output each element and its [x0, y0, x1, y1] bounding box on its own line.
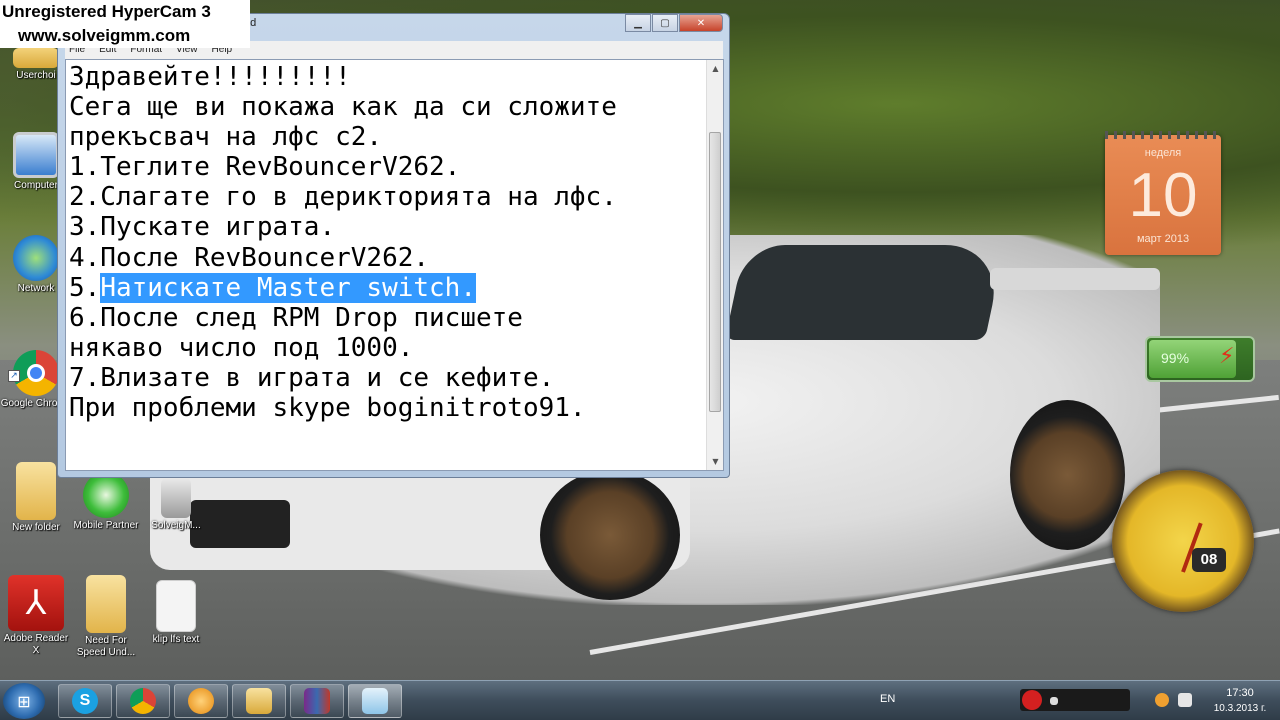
desktop-icon-label: SolveigM... [151, 520, 201, 531]
text-line: Здравейте!!!!!!!!! [69, 62, 351, 92]
vertical-scrollbar[interactable]: ▲ ▼ [706, 60, 723, 470]
calendar-rings [1105, 131, 1221, 139]
desktop-icon-label: Mobile Partner [73, 520, 139, 531]
text-file-icon [156, 580, 196, 632]
desktop-icon-mobile-partner[interactable]: Mobile Partner [70, 472, 142, 532]
battery-gadget[interactable]: 99% ⚡ [1145, 336, 1255, 382]
mobile-partner-icon [83, 472, 129, 518]
skype-icon: S [72, 688, 98, 714]
scroll-up-icon[interactable]: ▲ [707, 60, 724, 77]
shortcut-arrow-icon: ↗ [8, 370, 20, 382]
car-wheel-front [540, 470, 680, 600]
watermark-url: www.solveigmm.com [18, 26, 191, 45]
clock-badge: 08 [1192, 548, 1226, 572]
text-line: прекъсвач на лфс с2. [69, 122, 383, 153]
close-button[interactable]: ✕ [679, 14, 723, 32]
taskbar-skype[interactable]: S [58, 684, 112, 718]
notepad-window[interactable]: ad ▁ ▢ ✕ File Edit Format View Help Здра… [57, 13, 730, 478]
text-line: 1.Теглите RevBouncerV262. [69, 152, 461, 183]
taskbar-time[interactable]: 17:30 [1210, 687, 1270, 699]
text-line: някаво число под 1000. [69, 332, 414, 363]
text-line: 4.После RevBouncerV262. [69, 242, 430, 273]
desktop-icon-label: Need For Speed Und... [76, 635, 136, 658]
chrome-icon [130, 688, 156, 714]
desktop-icon-label: klip lfs text [152, 634, 200, 645]
desktop-icon-solveigmm[interactable]: SolveigM... [140, 478, 212, 532]
scrollbar-thumb[interactable] [709, 132, 721, 412]
windows-logo-icon: ⊞ [17, 691, 31, 711]
folder-icon [16, 462, 56, 520]
clock-gadget[interactable] [1112, 470, 1254, 612]
taskbar-chrome[interactable] [116, 684, 170, 718]
selected-text[interactable]: Натискате Master switch. [100, 272, 476, 303]
tray-app-icon[interactable] [1155, 693, 1169, 707]
winrar-icon [304, 688, 330, 714]
desktop-icon-adobe-reader[interactable]: ⅄ Adobe Reader X [0, 575, 72, 657]
flag-icon[interactable] [1178, 693, 1192, 707]
hypercam-watermark: Unregistered HyperCam 3 www.solveigmm.co… [0, 0, 250, 48]
text-line: 6.После след RPM Drop писшете [69, 302, 523, 333]
text-line-selected: 5.Натискате Master switch. [69, 272, 704, 303]
calendar-gadget[interactable]: неделя 10 март 2013 [1105, 131, 1221, 255]
desktop-icon-label: New folder [12, 522, 60, 533]
text-line: Сега ще ви покажа как да си сложите [69, 92, 617, 123]
taskbar-date[interactable]: 10.3.2013 г. [1200, 703, 1280, 714]
taskbar: ⊞ S EN 17:30 10.3.2013 г. [0, 680, 1280, 720]
minimize-button[interactable]: ▁ [625, 14, 651, 32]
computer-icon [13, 132, 59, 178]
text-line: 7.Влизате в играта и се кефите. [69, 362, 555, 393]
record-icon[interactable] [1022, 690, 1042, 710]
watermark-title: Unregistered HyperCam 3 [2, 2, 211, 21]
calendar-weekday: неделя [1144, 147, 1182, 159]
desktop-icon-label: Adobe Reader X [3, 633, 69, 656]
folder-icon [86, 575, 126, 633]
media-player-icon [188, 688, 214, 714]
desktop-icon-need-for-speed[interactable]: Need For Speed Und... [70, 575, 142, 659]
text-line: 2.Слагате го в дерикторията на лфс. [69, 182, 617, 213]
taskbar-media-player[interactable] [174, 684, 228, 718]
user-folder-icon [13, 48, 59, 68]
window-controls: ▁ ▢ ✕ [624, 14, 723, 32]
line-prefix: 5. [69, 272, 101, 303]
car-wheel-rear [1010, 400, 1125, 550]
text-line: При проблеми skype boginitroto91. [69, 393, 586, 424]
text-editor-area[interactable]: Здравейте!!!!!!!!! Сега ще ви покажа как … [65, 59, 724, 471]
calendar-day: 10 [1128, 161, 1198, 230]
desktop-icon-klip-lfs-text[interactable]: klip lfs text [140, 580, 212, 646]
calendar-month: март 2013 [1136, 233, 1190, 245]
taskbar-winrar[interactable] [290, 684, 344, 718]
battery-percent: 99% [1161, 350, 1190, 366]
taskbar-explorer[interactable] [232, 684, 286, 718]
start-button[interactable]: ⊞ [3, 683, 45, 719]
explorer-icon [246, 688, 272, 714]
solveigmm-icon [161, 478, 191, 518]
taskbar-notepad[interactable] [348, 684, 402, 718]
maximize-button[interactable]: ▢ [652, 14, 678, 32]
adobe-reader-icon: ⅄ [8, 575, 64, 631]
notepad-icon [362, 688, 388, 714]
document-text[interactable]: Здравейте!!!!!!!!! Сега ще ви покажа как … [69, 62, 704, 423]
stop-icon[interactable] [1050, 697, 1058, 705]
scroll-down-icon[interactable]: ▼ [707, 453, 724, 470]
language-indicator[interactable]: EN [880, 693, 895, 705]
network-icon [13, 235, 59, 281]
text-line: 3.Пускате играта. [69, 212, 336, 243]
charging-bolt-icon: ⚡ [1219, 344, 1235, 369]
car-window [724, 245, 1006, 340]
car-spoiler [990, 268, 1160, 290]
